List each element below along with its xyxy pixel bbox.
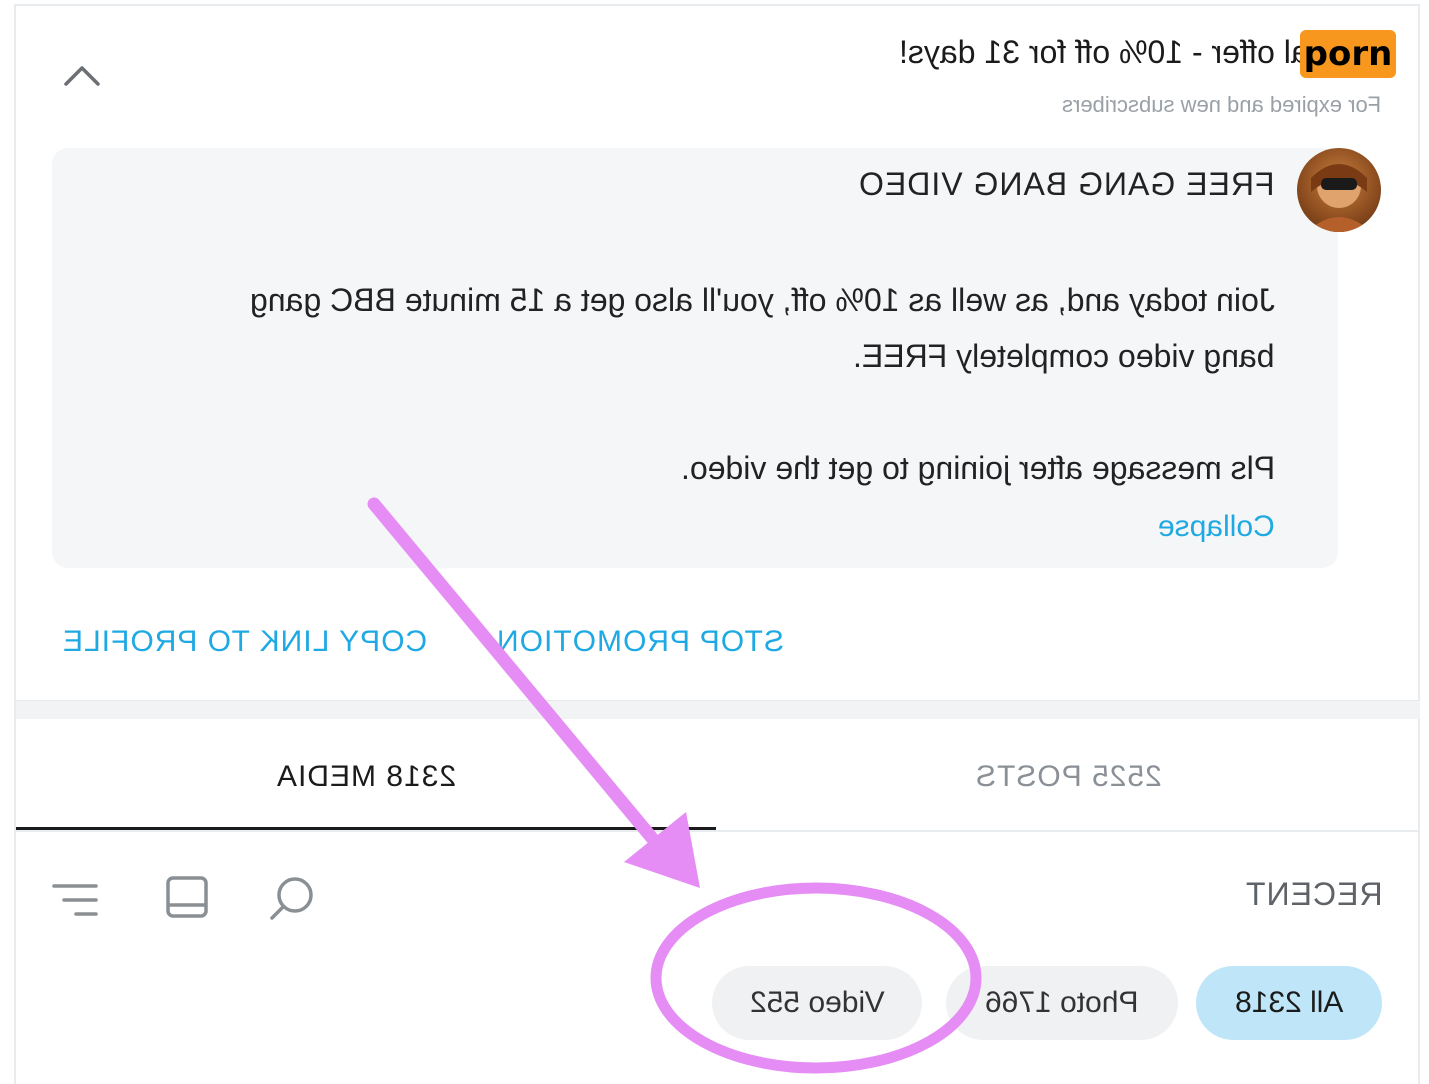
filter-pill-photo[interactable]: Photo 1766 [946,966,1178,1040]
filter-pill-all[interactable]: All 2318 [1196,966,1382,1040]
sort-lines-icon[interactable] [50,878,102,922]
promo-text-line: Pls message after joining to get the vid… [680,450,1275,486]
promo-heading: FREE GANG BANG VIDEO [858,166,1275,202]
offer-subtitle: For expired and new subscribers [1061,92,1381,117]
tabs-divider [16,830,1420,832]
tab-posts[interactable]: 2525 POSTS [716,740,1420,830]
layout-grid-icon[interactable] [162,872,212,922]
chevron-up-icon[interactable] [60,56,104,96]
collapse-link[interactable]: Collapse [1158,510,1275,544]
sort-order-label[interactable]: RECENT [1245,876,1383,913]
tab-media[interactable]: 2318 MEDIA [16,740,716,832]
stop-promotion-button[interactable]: STOP PROMOTION [496,625,784,659]
copy-link-button[interactable]: COPY LINK TO PROFILE [62,625,427,659]
section-divider [16,700,1420,719]
promo-text-line: bang video completely FREE. [853,338,1275,374]
search-icon[interactable] [266,872,318,924]
watermark-logo: porn [1300,30,1396,78]
avatar[interactable] [1297,148,1381,232]
filter-pill-video[interactable]: Video 552 [712,966,922,1040]
promo-text-line: Join today and, as well as 10% off, you'… [250,282,1275,318]
